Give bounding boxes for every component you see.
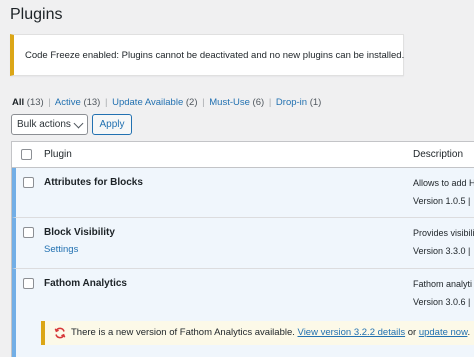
filter-must-use[interactable]: Must-Use	[209, 97, 250, 108]
table-row: Attributes for Blocks Allows to add H Ve…	[12, 168, 474, 218]
filter-all[interactable]: All	[12, 97, 24, 108]
plugin-version: Version 3.0.6 |	[413, 297, 471, 307]
plugin-description: Provides visibili	[413, 228, 474, 238]
plugin-description: Fathom analyti	[413, 279, 473, 289]
update-notice-prefix: There is a new version of Fathom Analyti…	[71, 327, 295, 338]
plugin-status-filters: All (13) | Active (13) | Update Availabl…	[12, 97, 322, 108]
plugin-name: Fathom Analytics	[44, 278, 127, 289]
table-header: Plugin Description	[12, 142, 474, 168]
filter-all-count: (13)	[26, 97, 44, 108]
code-freeze-notice: Code Freeze enabled: Plugins cannot be d…	[10, 34, 404, 76]
filter-active-count: (13)	[83, 97, 101, 108]
row-checkbox[interactable]	[23, 177, 34, 188]
row-checkbox[interactable]	[23, 227, 34, 238]
bulk-actions-value: Bulk actions	[17, 119, 71, 130]
chevron-down-icon	[73, 118, 84, 129]
view-details-link[interactable]: View version 3.2.2 details	[298, 327, 406, 338]
fathom-update-available-notice: There is a new version of Fathom Analyti…	[41, 321, 474, 345]
filter-drop-in[interactable]: Drop-in	[276, 97, 307, 108]
update-now-link[interactable]: update now	[419, 327, 468, 338]
settings-link[interactable]: Settings	[44, 244, 78, 255]
page-title: Plugins	[10, 6, 63, 23]
plugin-version: Version 1.0.5 |	[413, 196, 471, 206]
filter-must-use-count: (6)	[252, 97, 265, 108]
filter-active[interactable]: Active	[55, 97, 81, 108]
plugin-name: Block Visibility	[44, 227, 115, 238]
plugin-name: Attributes for Blocks	[44, 177, 143, 188]
table-row: Block Visibility Settings Provides visib…	[12, 218, 474, 269]
column-plugin[interactable]: Plugin	[44, 149, 72, 160]
filter-drop-in-count: (1)	[309, 97, 322, 108]
filter-update-available-count: (2)	[185, 97, 198, 108]
bulk-actions-select[interactable]: Bulk actions	[11, 114, 88, 135]
update-notice-text: There is a new version of Fathom Analyti…	[71, 327, 470, 338]
plugin-version: Version 3.3.0 |	[413, 246, 471, 256]
select-all-checkbox[interactable]	[21, 149, 32, 160]
update-notice-suffix: .	[467, 327, 471, 338]
notice-text: Code Freeze enabled: Plugins cannot be d…	[25, 50, 405, 61]
update-notice-or: or	[407, 327, 417, 338]
update-icon	[54, 327, 66, 339]
row-checkbox[interactable]	[23, 278, 34, 289]
filter-update-available[interactable]: Update Available	[112, 97, 183, 108]
column-description[interactable]: Description	[413, 149, 463, 160]
apply-button[interactable]: Apply	[92, 114, 132, 135]
plugin-description: Allows to add H	[413, 178, 474, 188]
